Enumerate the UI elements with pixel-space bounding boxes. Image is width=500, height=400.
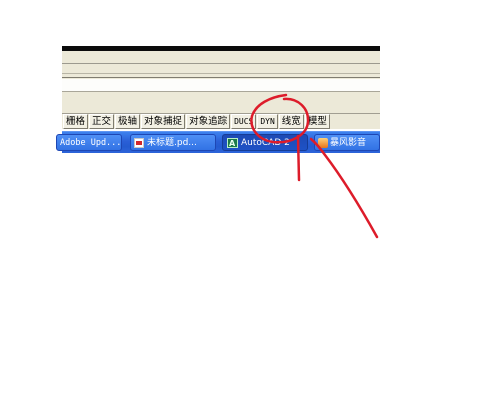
screenshot: 栅格 正交 极轴 对象捕捉 对象追踪 DUCS DYN 线宽 模型 Adobe … [0,0,500,400]
taskbar-item-media-player[interactable]: 暴风影音 [314,134,380,151]
status-toggle-otrack[interactable]: 对象追踪 [186,114,231,129]
divider [62,77,380,78]
autocad-icon [227,136,238,150]
command-line[interactable] [62,79,380,91]
media-player-icon [318,138,328,148]
taskbar-item-label: 未标题.pd... [147,138,197,148]
taskbar-item-label: 暴风影音 [330,138,367,148]
status-toggle-lineweight[interactable]: 线宽 [278,114,304,129]
annotation-arrow-tail [309,137,379,239]
windows-taskbar: Adobe Upd... 未标题.pd... AutoCAD 2 暴风影音 [56,131,380,153]
taskbar-item-autocad[interactable]: AutoCAD 2 [222,134,308,151]
status-toggle-polar[interactable]: 极轴 [115,114,141,129]
status-toggle-ducs[interactable]: DUCS [231,114,257,129]
taskbar-item-pdf[interactable]: 未标题.pd... [130,134,216,151]
status-toggle-dyn[interactable]: DYN [257,114,278,129]
taskbar-item-label: AutoCAD 2 [241,138,290,148]
status-toggle-grid[interactable]: 栅格 [63,114,89,129]
pdf-icon [134,138,144,148]
divider [62,91,380,92]
status-toggle-ortho[interactable]: 正交 [89,114,115,129]
divider [62,63,380,64]
divider [62,73,380,74]
autocad-status-bar: 栅格 正交 极轴 对象捕捉 对象追踪 DUCS DYN 线宽 模型 [62,113,380,129]
taskbar-item-adobe-updater[interactable]: Adobe Upd... [56,134,122,151]
taskbar-item-label: Adobe Upd... [60,138,122,148]
status-toggle-osnap[interactable]: 对象捕捉 [141,114,186,129]
status-toggle-model[interactable]: 模型 [304,114,330,129]
